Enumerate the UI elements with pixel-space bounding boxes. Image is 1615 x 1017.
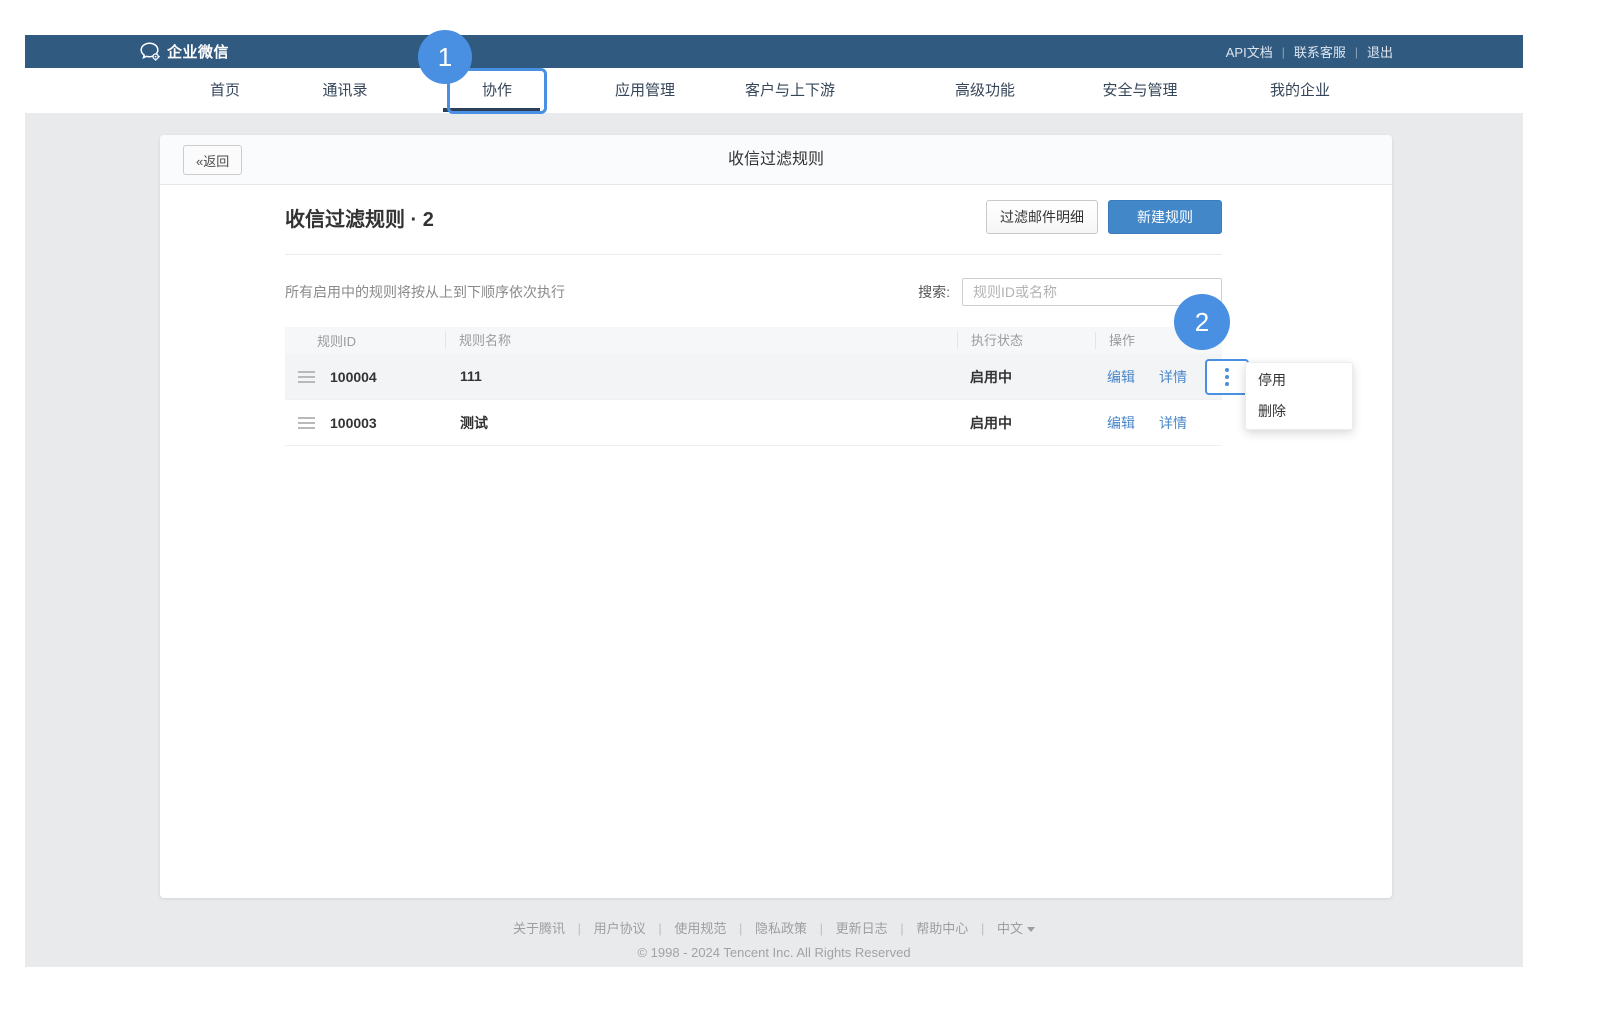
- content-card: «返回 收信过滤规则 收信过滤规则 · 2 过滤邮件明细 新建规则 所有启用中的…: [160, 135, 1392, 898]
- rules-order-hint: 所有启用中的规则将按从上到下顺序依次执行: [285, 282, 565, 302]
- usage-standards-link[interactable]: 使用规范: [674, 921, 726, 936]
- separator: |: [1282, 45, 1285, 59]
- tab-my-company[interactable]: 我的企业: [1270, 68, 1330, 113]
- separator: |: [820, 921, 823, 936]
- card-header: «返回 收信过滤规则: [160, 135, 1392, 185]
- help-center-link[interactable]: 帮助中心: [916, 921, 968, 936]
- drag-handle-icon[interactable]: [298, 371, 315, 383]
- main-nav: 首页 通讯录 协作 应用管理 客户与上下游 高级功能 安全与管理 我的企业: [25, 68, 1523, 113]
- table-row: 100003 测试 启用中 编辑 详情: [285, 400, 1222, 446]
- active-tab-underline: [443, 108, 540, 112]
- rule-name: 测试: [460, 415, 488, 431]
- col-rule-id: 规则ID: [285, 331, 445, 350]
- copyright-text: © 1998 - 2024 Tencent Inc. All Rights Re…: [25, 945, 1523, 960]
- separator: |: [658, 921, 661, 936]
- col-rule-name: 规则名称: [445, 332, 957, 349]
- chevron-down-icon: [1027, 927, 1035, 932]
- vertical-ellipsis-icon: [1225, 368, 1229, 386]
- chat-bubble-gear-icon: [140, 42, 161, 61]
- search-box: 搜索:: [918, 278, 1222, 306]
- rule-status: 启用中: [970, 369, 1012, 385]
- tab-customers[interactable]: 客户与上下游: [745, 68, 835, 113]
- separator: |: [981, 921, 984, 936]
- drag-handle-icon[interactable]: [298, 417, 315, 429]
- api-docs-link[interactable]: API文档: [1226, 42, 1273, 61]
- more-actions-button[interactable]: [1205, 359, 1249, 395]
- heading-row: 收信过滤规则 · 2 过滤邮件明细 新建规则: [285, 199, 1222, 235]
- wecom-logo: 企业微信: [140, 35, 229, 68]
- info-row: 所有启用中的规则将按从上到下顺序依次执行 搜索:: [285, 278, 1222, 306]
- tab-security[interactable]: 安全与管理: [1102, 68, 1177, 113]
- detail-link[interactable]: 详情: [1159, 413, 1187, 433]
- logo-text: 企业微信: [167, 41, 229, 62]
- logout-link[interactable]: 退出: [1367, 42, 1393, 61]
- rules-count-heading: 收信过滤规则 · 2: [285, 203, 434, 232]
- tab-advanced[interactable]: 高级功能: [955, 68, 1015, 113]
- rule-id: 100003: [330, 415, 377, 431]
- changelog-link[interactable]: 更新日志: [836, 921, 888, 936]
- tab-home[interactable]: 首页: [210, 68, 240, 113]
- delete-rule-menu-item[interactable]: 删除: [1246, 396, 1352, 427]
- tab-app-management[interactable]: 应用管理: [615, 68, 675, 113]
- detail-link[interactable]: 详情: [1159, 367, 1187, 387]
- top-bar: 企业微信 API文档 | 联系客服 | 退出: [25, 35, 1523, 68]
- filtered-mail-detail-button[interactable]: 过滤邮件明细: [986, 200, 1098, 234]
- footer: 关于腾讯 | 用户协议 | 使用规范 | 隐私政策 | 更新日志 | 帮助中心 …: [25, 918, 1523, 960]
- language-selector[interactable]: 中文: [997, 921, 1035, 936]
- topbar-links: API文档 | 联系客服 | 退出: [1226, 35, 1393, 68]
- col-status: 执行状态: [957, 332, 1095, 349]
- tab-contacts[interactable]: 通讯录: [322, 68, 367, 113]
- search-label: 搜索:: [918, 282, 950, 302]
- header-buttons: 过滤邮件明细 新建规则: [986, 200, 1222, 234]
- footer-links: 关于腾讯 | 用户协议 | 使用规范 | 隐私政策 | 更新日志 | 帮助中心 …: [25, 918, 1523, 936]
- page-title: 收信过滤规则: [160, 135, 1392, 185]
- new-rule-button[interactable]: 新建规则: [1108, 200, 1222, 234]
- separator: |: [900, 921, 903, 936]
- edit-link[interactable]: 编辑: [1107, 367, 1135, 387]
- contact-support-link[interactable]: 联系客服: [1294, 42, 1346, 61]
- about-tencent-link[interactable]: 关于腾讯: [513, 921, 565, 936]
- rule-id: 100004: [330, 369, 377, 385]
- separator: |: [578, 921, 581, 936]
- section-divider: [285, 254, 1222, 255]
- table-header-row: 规则ID 规则名称 执行状态 操作: [285, 327, 1222, 354]
- table-row: 100004 111 启用中 编辑 详情: [285, 354, 1222, 400]
- privacy-policy-link[interactable]: 隐私政策: [755, 921, 807, 936]
- edit-link[interactable]: 编辑: [1107, 413, 1135, 433]
- user-agreement-link[interactable]: 用户协议: [594, 921, 646, 936]
- rule-name: 111: [460, 368, 482, 384]
- separator: |: [739, 921, 742, 936]
- separator: |: [1355, 45, 1358, 59]
- annotation-step-1-badge: 1: [418, 30, 472, 84]
- tab-collaboration[interactable]: 协作: [482, 68, 512, 113]
- more-actions-dropdown: 停用 删除: [1245, 362, 1353, 430]
- rules-table: 规则ID 规则名称 执行状态 操作 100004 111 启用中 编辑 详情: [285, 327, 1222, 446]
- disable-rule-menu-item[interactable]: 停用: [1246, 365, 1352, 396]
- rule-status: 启用中: [970, 415, 1012, 431]
- annotation-step-2-badge: 2: [1174, 294, 1230, 350]
